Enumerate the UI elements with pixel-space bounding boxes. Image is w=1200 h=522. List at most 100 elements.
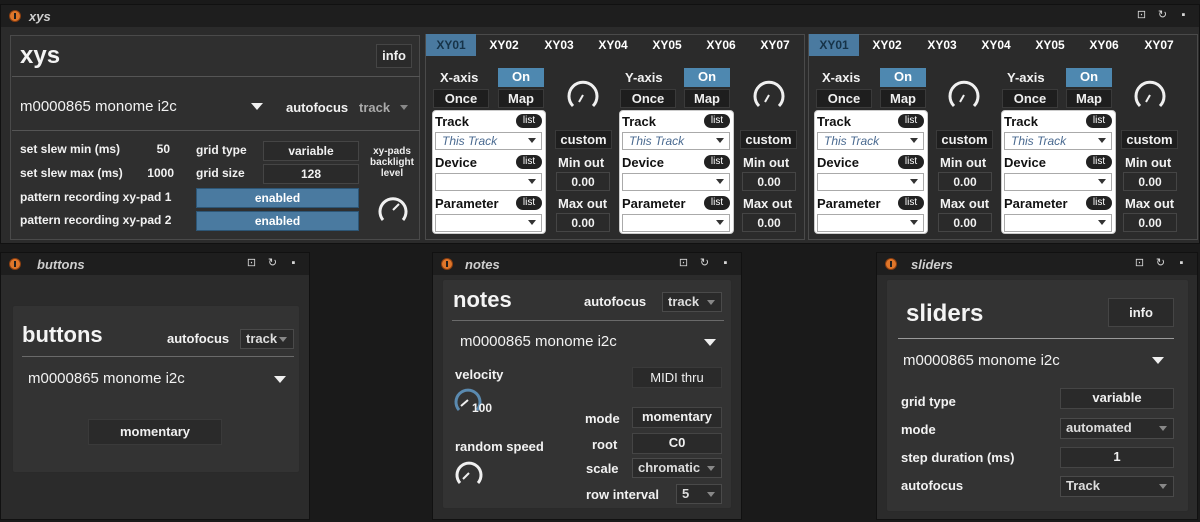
refresh-icon[interactable]: ↻ [265,256,280,271]
yaxis-map-button[interactable]: Map [1066,89,1112,108]
sliders-autofocus-select[interactable]: Track [1060,476,1174,497]
pattern2-toggle[interactable]: enabled [196,211,359,231]
notes-mode-field[interactable]: momentary [632,407,722,428]
slew-min-value[interactable]: 50 [130,142,170,156]
tab-xy03[interactable]: XY03 [532,34,586,56]
save-icon[interactable]: ▪ [286,256,301,271]
save-icon[interactable]: ▪ [1176,8,1191,23]
tab-xy05[interactable]: XY05 [1023,34,1077,56]
tab-xy02[interactable]: XY02 [476,34,532,56]
yaxis-custom-button[interactable]: custom [740,130,797,149]
device-dropdown[interactable] [622,173,730,191]
tab-xy07[interactable]: XY07 [748,34,802,56]
tab-xy01[interactable]: XY01 [426,34,476,56]
xaxis-max-out-field[interactable]: 0.00 [938,213,992,232]
buttons-mode-button[interactable]: momentary [88,419,222,445]
buttons-autofocus-select[interactable]: track [240,329,294,349]
xaxis-custom-button[interactable]: custom [936,130,993,149]
parameter-list-button[interactable]: list [898,196,924,210]
root-field[interactable]: C0 [632,433,722,454]
parameter-dropdown[interactable] [1004,214,1112,232]
xaxis-knob[interactable] [564,76,602,114]
parameter-dropdown[interactable] [435,214,542,232]
tab-xy01[interactable]: XY01 [809,34,859,56]
yaxis-custom-button[interactable]: custom [1121,130,1178,149]
notes-device-menu[interactable]: m0000865 monome i2c [460,333,617,350]
xaxis-custom-button[interactable]: custom [555,130,612,149]
sliders-device-menu[interactable]: m0000865 monome i2c [903,352,1060,369]
xaxis-on-button[interactable]: On [880,68,926,87]
tab-xy04[interactable]: XY04 [586,34,640,56]
xaxis-once-button[interactable]: Once [816,89,872,108]
parameter-list-button[interactable]: list [1086,196,1112,210]
yaxis-knob[interactable] [1131,76,1169,114]
device-list-button[interactable]: list [898,155,924,169]
map-icon[interactable]: ⊡ [676,256,691,271]
buttons-device-menu-arrow[interactable] [274,376,286,383]
device-power-icon[interactable] [441,258,453,270]
yaxis-map-button[interactable]: Map [684,89,730,108]
tab-xy07[interactable]: XY07 [1131,34,1187,56]
yaxis-max-out-field[interactable]: 0.00 [742,213,796,232]
parameter-list-button[interactable]: list [516,196,542,210]
xaxis-map-button[interactable]: Map [880,89,926,108]
refresh-icon[interactable]: ↻ [1155,8,1170,23]
xys-info-button[interactable]: info [376,44,412,68]
notes-autofocus-select[interactable]: track [662,292,722,312]
midi-thru-button[interactable]: MIDI thru [632,367,722,388]
track-dropdown[interactable]: This Track [435,132,542,150]
grid-size-field[interactable]: 128 [263,164,359,184]
track-dropdown[interactable]: This Track [1004,132,1112,150]
yaxis-on-button[interactable]: On [684,68,730,87]
device-list-button[interactable]: list [1086,155,1112,169]
backlight-knob[interactable] [375,192,411,228]
device-dropdown[interactable] [1004,173,1112,191]
xaxis-on-button[interactable]: On [498,68,544,87]
device-list-button[interactable]: list [704,155,730,169]
grid-type-field[interactable]: variable [263,141,359,161]
tab-xy02[interactable]: XY02 [859,34,915,56]
tab-xy06[interactable]: XY06 [1077,34,1131,56]
tab-xy04[interactable]: XY04 [969,34,1023,56]
map-icon[interactable]: ⊡ [244,256,259,271]
random-speed-knob[interactable] [453,457,485,489]
yaxis-knob[interactable] [750,76,788,114]
device-dropdown[interactable] [435,173,542,191]
save-icon[interactable]: ▪ [1174,256,1189,271]
track-list-button[interactable]: list [516,114,542,128]
tab-xy03[interactable]: XY03 [915,34,969,56]
xaxis-map-button[interactable]: Map [498,89,544,108]
device-power-icon[interactable] [885,258,897,270]
device-dropdown[interactable] [817,173,924,191]
device-power-icon[interactable] [9,258,21,270]
tab-xy05[interactable]: XY05 [640,34,694,56]
yaxis-min-out-field[interactable]: 0.00 [1123,172,1177,191]
refresh-icon[interactable]: ↻ [1153,256,1168,271]
map-icon[interactable]: ⊡ [1132,256,1147,271]
refresh-icon[interactable]: ↻ [697,256,712,271]
parameter-list-button[interactable]: list [704,196,730,210]
xaxis-once-button[interactable]: Once [433,89,489,108]
pattern1-toggle[interactable]: enabled [196,188,359,208]
map-icon[interactable]: ⊡ [1134,8,1149,23]
sliders-device-menu-arrow[interactable] [1152,357,1164,364]
xys-autofocus-value[interactable]: track [359,100,390,115]
save-icon[interactable]: ▪ [718,256,733,271]
yaxis-once-button[interactable]: Once [1002,89,1058,108]
xaxis-min-out-field[interactable]: 0.00 [556,172,610,191]
row-interval-select[interactable]: 5 [676,484,722,504]
xaxis-max-out-field[interactable]: 0.00 [556,213,610,232]
sliders-grid-type-field[interactable]: variable [1060,388,1174,409]
xys-autofocus-arrow[interactable] [400,105,408,110]
sliders-info-button[interactable]: info [1108,298,1174,327]
device-power-icon[interactable] [9,10,21,22]
track-list-button[interactable]: list [898,114,924,128]
yaxis-min-out-field[interactable]: 0.00 [742,172,796,191]
track-dropdown[interactable]: This Track [622,132,730,150]
step-duration-field[interactable]: 1 [1060,447,1174,468]
notes-device-menu-arrow[interactable] [704,339,716,346]
track-dropdown[interactable]: This Track [817,132,924,150]
scale-select[interactable]: chromatic [632,458,722,478]
xys-device-menu[interactable]: m0000865 monome i2c [20,98,177,115]
buttons-device-menu[interactable]: m0000865 monome i2c [28,370,185,387]
